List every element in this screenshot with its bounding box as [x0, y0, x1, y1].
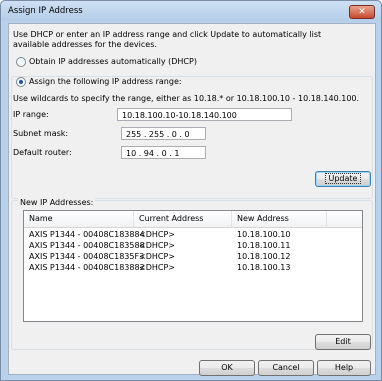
- range-label[interactable]: Assign the following IP address range:: [29, 77, 184, 86]
- wildcard-hint: Use wildcards to specify the range, eith…: [13, 94, 360, 103]
- row-new-address: 10.18.100.13: [237, 263, 291, 272]
- row-new-address: 10.18.100.11: [237, 241, 291, 250]
- dhcp-label[interactable]: Obtain IP addresses automatically (DHCP): [29, 57, 197, 66]
- title-bar[interactable]: Assign IP Address ✕: [1, 1, 381, 21]
- column-header-name[interactable]: Name: [24, 211, 134, 227]
- row-name: AXIS P1344 - 00408C183882: [29, 263, 145, 272]
- row-new-address: 10.18.100.12: [237, 252, 291, 261]
- edit-button[interactable]: Edit: [315, 334, 371, 350]
- table-row[interactable]: AXIS P1344 - 00408C1835F3 <DHCP> 10.18.1…: [24, 252, 360, 262]
- dhcp-radio[interactable]: [16, 57, 26, 67]
- table-row[interactable]: AXIS P1344 - 00408C183884 <DHCP> 10.18.1…: [24, 230, 360, 240]
- row-new-address: 10.18.100.10: [237, 230, 291, 239]
- update-button-label: Update: [324, 173, 362, 184]
- assign-ip-dialog: Assign IP Address ✕ Use DHCP or enter an…: [0, 0, 382, 381]
- ip-range-input[interactable]: 10.18.100.10-10.18.140.100: [117, 108, 292, 121]
- row-current-address: <DHCP>: [139, 263, 175, 272]
- range-radio[interactable]: [16, 77, 26, 87]
- row-current-address: <DHCP>: [139, 230, 175, 239]
- column-header-current-address[interactable]: Current Address: [134, 211, 232, 227]
- new-ip-list[interactable]: Name Current Address New Address AXIS P1…: [23, 210, 363, 322]
- subnet-mask-input[interactable]: 255 . 255 . 0 . 0: [121, 127, 206, 140]
- cancel-button[interactable]: Cancel: [258, 360, 314, 376]
- new-ip-label: New IP Addresses:: [18, 198, 96, 207]
- intro-text: Use DHCP or enter an IP address range an…: [13, 30, 322, 49]
- row-name: AXIS P1344 - 00408C183588: [29, 241, 145, 250]
- row-name: AXIS P1344 - 00408C183884: [29, 230, 145, 239]
- window-title: Assign IP Address: [8, 6, 83, 16]
- ip-range-label: IP range:: [13, 110, 49, 119]
- ok-button[interactable]: OK: [199, 360, 255, 376]
- update-button[interactable]: Update: [315, 171, 371, 187]
- column-header-new-address[interactable]: New Address: [232, 211, 327, 227]
- list-header: Name Current Address New Address: [24, 211, 362, 228]
- table-row[interactable]: AXIS P1344 - 00408C183588 <DHCP> 10.18.1…: [24, 241, 360, 251]
- table-row[interactable]: AXIS P1344 - 00408C183882 <DHCP> 10.18.1…: [24, 263, 360, 273]
- default-router-input[interactable]: 10 . 94 . 0 . 1: [121, 146, 206, 159]
- help-button[interactable]: Help: [317, 360, 371, 376]
- close-button[interactable]: ✕: [349, 5, 375, 19]
- default-router-label: Default router:: [13, 148, 72, 157]
- row-current-address: <DHCP>: [139, 241, 175, 250]
- subnet-mask-label: Subnet mask:: [13, 129, 69, 138]
- row-name: AXIS P1344 - 00408C1835F3: [29, 252, 145, 261]
- dialog-body: Use DHCP or enter an IP address range an…: [8, 23, 376, 376]
- row-current-address: <DHCP>: [139, 252, 175, 261]
